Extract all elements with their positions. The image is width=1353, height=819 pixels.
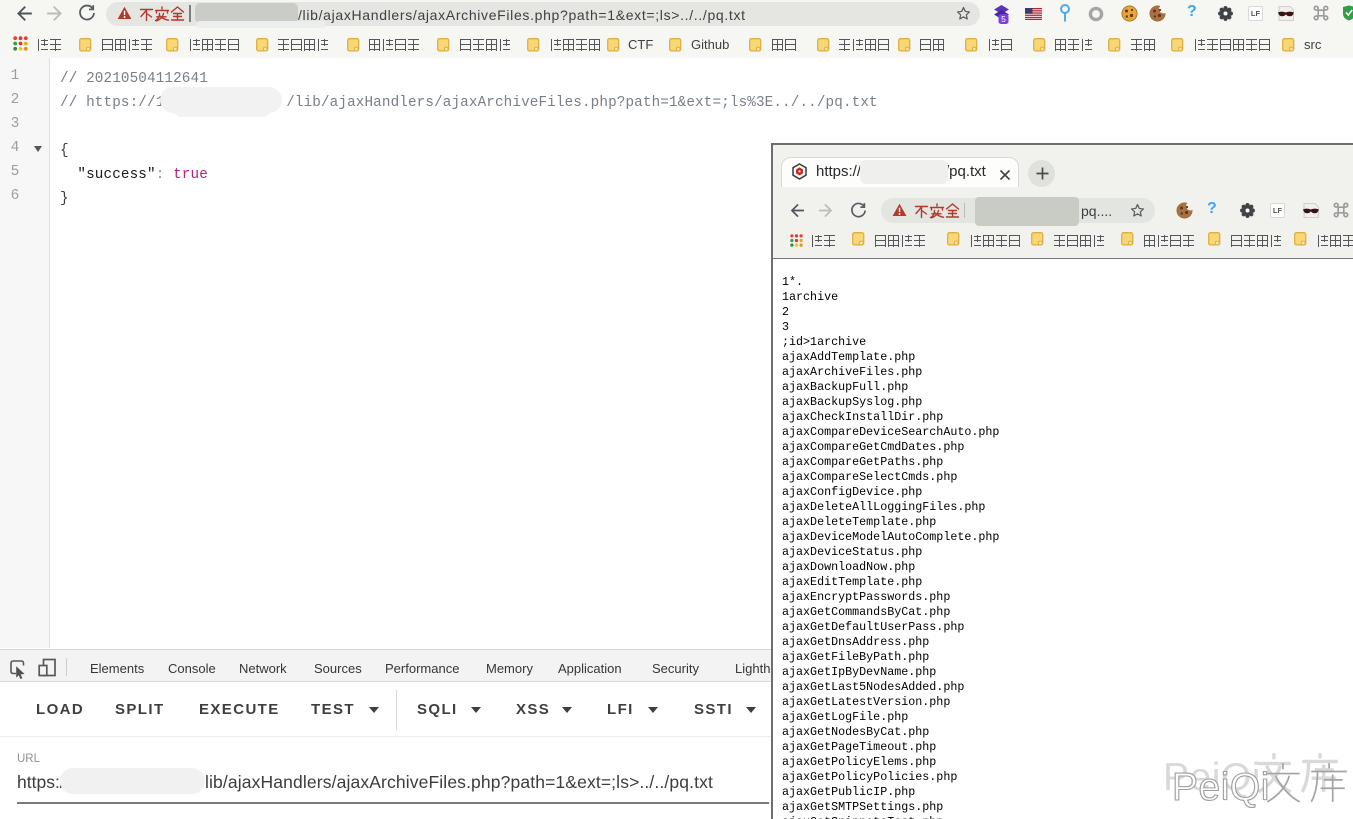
svg-text:5: 5 <box>1001 14 1006 24</box>
